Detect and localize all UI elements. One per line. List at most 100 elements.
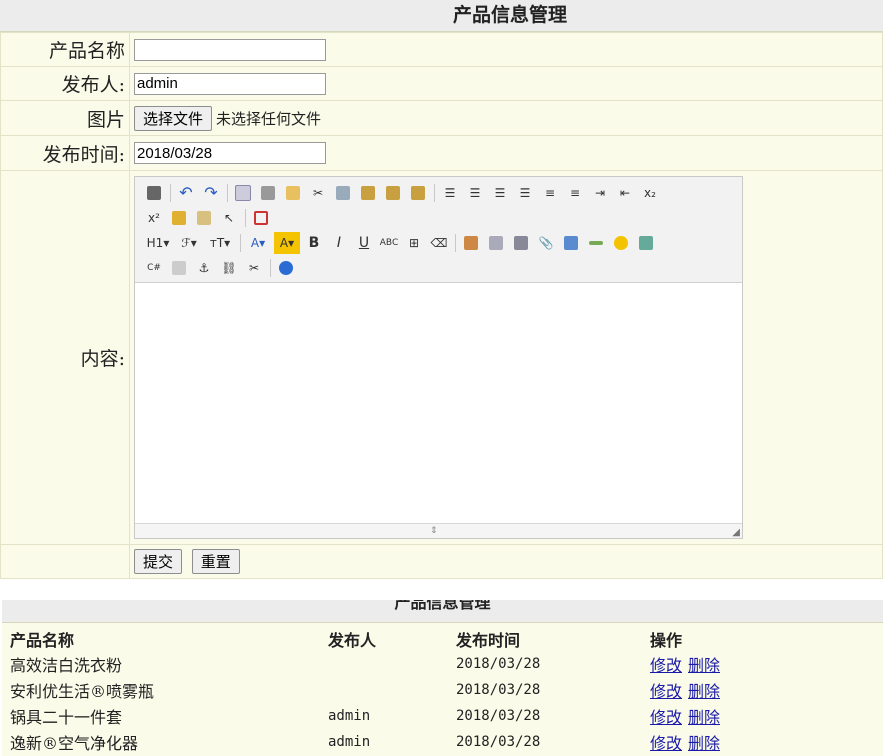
horizontal-rule-icon[interactable] — [585, 232, 607, 254]
row-name: 产品名称 — [0, 32, 883, 67]
table-header: 产品名称 发布人 发布时间 操作 — [2, 627, 883, 651]
resize-grip-icon[interactable]: ⇕ — [430, 526, 438, 536]
bold-icon[interactable]: B — [303, 232, 325, 254]
flash-icon[interactable] — [485, 232, 507, 254]
edit-link[interactable]: 修改 — [650, 656, 682, 675]
subscript-icon[interactable]: x₂ — [639, 182, 661, 204]
eraser-icon[interactable]: ⌫ — [428, 232, 450, 254]
choose-file-button[interactable]: 选择文件 — [134, 105, 213, 131]
row-content: 内容: ↶ ↷ ✂ ☰ ☰ ☰ ☰ ≡ ≡ ⇥ ⇤ x₂ x² ↖ H1▾ ℱ▾… — [0, 170, 883, 545]
outdent-icon[interactable]: ⇤ — [614, 182, 636, 204]
form-title: 产品信息管理 — [453, 4, 568, 26]
cell-time: 2018/03/28 — [456, 734, 541, 750]
redo-icon[interactable]: ↷ — [200, 182, 222, 204]
resize-corner-icon[interactable]: ◢ — [732, 527, 740, 538]
rich-text-editor: ↶ ↷ ✂ ☰ ☰ ☰ ☰ ≡ ≡ ⇥ ⇤ x₂ x² ↖ H1▾ ℱ▾ ᴛT▾… — [134, 176, 743, 539]
align-left-icon[interactable]: ☰ — [439, 182, 461, 204]
header-publisher: 发布人 — [328, 631, 377, 650]
template-icon[interactable] — [282, 182, 304, 204]
product-table: 产品名称 发布人 发布时间 操作 高效洁白洗衣粉 2018/03/28 修改 删除… — [2, 627, 883, 755]
select-icon[interactable]: ↖ — [218, 207, 240, 229]
unordered-list-icon[interactable]: ≡ — [564, 182, 586, 204]
align-justify-icon[interactable]: ☰ — [514, 182, 536, 204]
select-all-icon[interactable] — [193, 207, 215, 229]
font-family-icon[interactable]: ℱ▾ — [176, 232, 202, 254]
code-icon[interactable]: C# — [143, 257, 165, 279]
toolbar-row-1: ↶ ↷ ✂ ☰ ☰ ☰ ☰ ≡ ≡ ⇥ ⇤ x₂ — [143, 180, 736, 205]
cell-name: 高效洁白洗衣粉 — [10, 656, 123, 675]
page-break-icon[interactable] — [168, 257, 190, 279]
underline-icon[interactable]: U — [353, 232, 375, 254]
edit-link[interactable]: 修改 — [650, 682, 682, 701]
delete-link[interactable]: 删除 — [688, 656, 720, 675]
editor-toolbar: ↶ ↷ ✂ ☰ ☰ ☰ ☰ ≡ ≡ ⇥ ⇤ x₂ x² ↖ H1▾ ℱ▾ ᴛT▾… — [135, 177, 742, 283]
paste-plain-icon[interactable] — [382, 182, 404, 204]
font-color-icon[interactable]: A▾ — [245, 232, 271, 254]
paste-icon[interactable] — [357, 182, 379, 204]
attachment-icon[interactable]: 📎 — [535, 232, 557, 254]
cell-name: 安利优生活®喷雾瓶 — [10, 682, 155, 701]
edit-link[interactable]: 修改 — [650, 734, 682, 753]
toolbar-row-4: C# ⚓ ⛓ ✂ — [143, 255, 736, 280]
superscript-icon[interactable]: x² — [143, 207, 165, 229]
cell-publisher — [320, 677, 448, 703]
editor-content-area[interactable] — [135, 283, 742, 523]
picture-icon[interactable] — [635, 232, 657, 254]
link-icon[interactable]: ⛓ — [218, 257, 240, 279]
align-right-icon[interactable]: ☰ — [489, 182, 511, 204]
reset-button[interactable]: 重置 — [191, 549, 240, 574]
publisher-input[interactable] — [134, 72, 326, 95]
font-size-icon[interactable]: ᴛT▾ — [205, 232, 235, 254]
print-icon[interactable] — [257, 182, 279, 204]
file-status: 未选择任何文件 — [216, 109, 322, 128]
editor-statusbar: ⇕ ◢ — [135, 523, 742, 538]
table-row: 安利优生活®喷雾瓶 2018/03/28 修改 删除 — [2, 677, 883, 703]
heading-icon[interactable]: H1▾ — [143, 232, 173, 254]
time-input[interactable] — [134, 142, 326, 165]
help-icon[interactable] — [275, 257, 297, 279]
indent-icon[interactable]: ⇥ — [589, 182, 611, 204]
unlink-icon[interactable]: ✂ — [243, 257, 265, 279]
list-title: 产品信息管理 — [2, 600, 883, 623]
ordered-list-icon[interactable]: ≡ — [539, 182, 561, 204]
header-ops: 操作 — [650, 631, 683, 650]
emoticon-icon[interactable] — [610, 232, 632, 254]
cut-icon[interactable]: ✂ — [307, 182, 329, 204]
cell-publisher — [320, 651, 448, 677]
preview-icon[interactable] — [232, 182, 254, 204]
product-form: 产品名称 发布人: 图片 选择文件未选择任何文件 发布时间: 内容: ↶ ↷ — [0, 32, 883, 579]
delete-link[interactable]: 删除 — [688, 708, 720, 727]
toolbar-row-2: x² ↖ — [143, 205, 736, 230]
edit-link[interactable]: 修改 — [650, 708, 682, 727]
label-publisher: 发布人: — [0, 66, 130, 101]
border-icon[interactable]: ⊞ — [403, 232, 425, 254]
fullscreen-icon[interactable] — [250, 207, 272, 229]
header-time: 发布时间 — [456, 631, 521, 650]
label-name: 产品名称 — [0, 32, 130, 67]
copy-icon[interactable] — [332, 182, 354, 204]
clear-format-icon[interactable] — [168, 207, 190, 229]
table-icon[interactable] — [560, 232, 582, 254]
source-icon[interactable] — [143, 182, 165, 204]
delete-link[interactable]: 删除 — [688, 734, 720, 753]
highlight-icon[interactable]: A▾ — [274, 231, 300, 254]
product-list: 产品信息管理 产品名称 发布人 发布时间 操作 高效洁白洗衣粉 2018/03/… — [2, 600, 883, 756]
delete-link[interactable]: 删除 — [688, 682, 720, 701]
strikethrough-icon[interactable]: ABC — [378, 232, 400, 254]
media-icon[interactable] — [510, 232, 532, 254]
paste-word-icon[interactable] — [407, 182, 429, 204]
name-input[interactable] — [134, 38, 326, 61]
italic-icon[interactable]: I — [328, 232, 350, 254]
align-center-icon[interactable]: ☰ — [464, 182, 486, 204]
undo-icon[interactable]: ↶ — [175, 182, 197, 204]
label-content: 内容: — [0, 170, 130, 545]
row-actions: 提交 重置 — [0, 544, 883, 579]
submit-button[interactable]: 提交 — [134, 549, 183, 574]
anchor-icon[interactable]: ⚓ — [193, 257, 215, 279]
label-image: 图片 — [0, 100, 130, 136]
image-insert-icon[interactable] — [460, 232, 482, 254]
cell-publisher: admin — [328, 708, 371, 724]
cell-name: 逸新®空气净化器 — [10, 734, 139, 753]
toolbar-row-3: H1▾ ℱ▾ ᴛT▾ A▾ A▾ B I U ABC ⊞ ⌫ 📎 — [143, 230, 736, 255]
cell-publisher: admin — [328, 734, 371, 750]
